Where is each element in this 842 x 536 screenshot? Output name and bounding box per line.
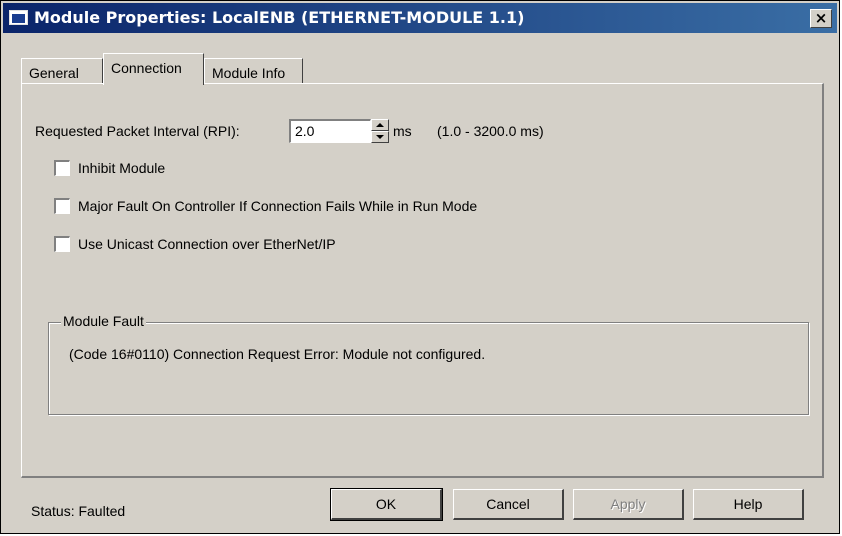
tab-label: Module Info [212, 65, 286, 81]
spin-up-icon[interactable] [371, 119, 389, 131]
ok-button[interactable]: OK [330, 488, 443, 521]
tab-connection[interactable]: Connection [103, 53, 204, 85]
unicast-connection-label[interactable]: Use Unicast Connection over EtherNet/IP [78, 236, 336, 252]
module-fault-group [48, 322, 809, 415]
inhibit-module-checkbox[interactable] [54, 160, 70, 176]
help-button-label: Help [733, 496, 763, 512]
major-fault-checkbox[interactable] [54, 198, 70, 214]
close-button[interactable]: × [810, 9, 832, 28]
major-fault-label[interactable]: Major Fault On Controller If Connection … [78, 198, 477, 214]
title-bar[interactable]: Module Properties: LocalENB (ETHERNET-MO… [3, 3, 837, 33]
module-properties-dialog: Module Properties: LocalENB (ETHERNET-MO… [0, 0, 840, 534]
status-text: Status: Faulted [31, 503, 126, 519]
connection-tab-panel [21, 83, 824, 478]
module-fault-legend: Module Fault [61, 313, 146, 329]
spin-down-icon[interactable] [371, 131, 389, 143]
ok-button-label: OK [375, 496, 397, 512]
close-icon: × [814, 9, 828, 27]
help-button[interactable]: Help [693, 489, 804, 520]
rpi-range: (1.0 - 3200.0 ms) [437, 123, 544, 139]
cancel-button-label: Cancel [486, 496, 530, 512]
rpi-label: Requested Packet Interval (RPI): [35, 123, 240, 139]
apply-button: Apply [573, 489, 684, 520]
tab-label: Connection [111, 60, 182, 76]
window-icon [9, 10, 28, 25]
rpi-unit: ms [393, 123, 412, 139]
tab-label: General [29, 65, 79, 81]
rpi-input[interactable]: 2.0 [289, 119, 371, 143]
apply-button-label: Apply [610, 496, 646, 512]
unicast-connection-checkbox[interactable] [54, 236, 70, 252]
cancel-button[interactable]: Cancel [453, 489, 564, 520]
inhibit-module-label[interactable]: Inhibit Module [78, 160, 165, 176]
rpi-spinner[interactable] [371, 119, 389, 143]
tab-general[interactable]: General [21, 58, 103, 84]
tab-module-info[interactable]: Module Info [204, 58, 303, 84]
window-title: Module Properties: LocalENB (ETHERNET-MO… [34, 8, 525, 27]
module-fault-message: (Code 16#0110) Connection Request Error:… [69, 346, 486, 362]
